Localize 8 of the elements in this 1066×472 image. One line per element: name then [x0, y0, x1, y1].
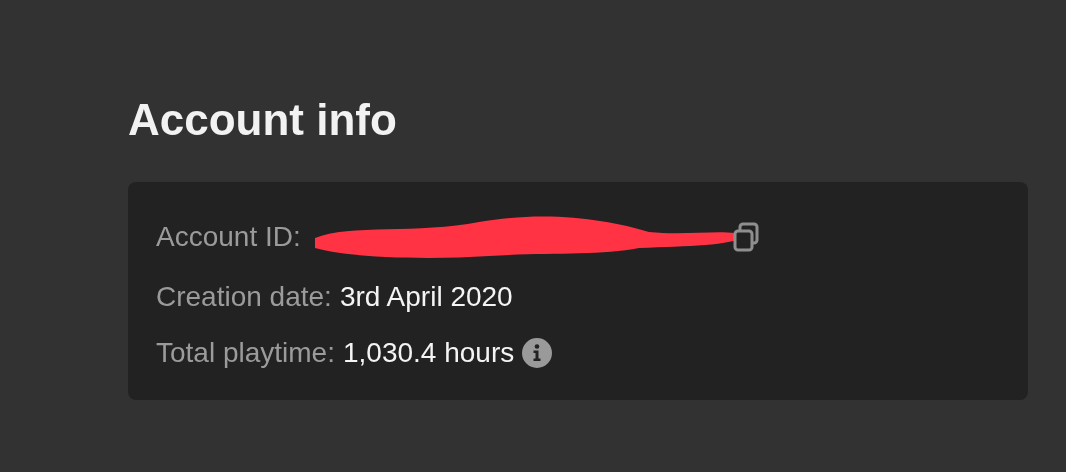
info-icon[interactable]	[522, 338, 553, 368]
field-label: Creation date:	[156, 280, 332, 314]
field-label: Total playtime:	[156, 336, 335, 370]
field-value: 3rd April 2020	[339, 280, 513, 314]
section-title: Account info	[128, 94, 398, 146]
field-value: 1,030.4 hours	[342, 336, 515, 370]
copy-icon[interactable]	[732, 222, 759, 252]
field-label: Account ID:	[156, 220, 301, 254]
